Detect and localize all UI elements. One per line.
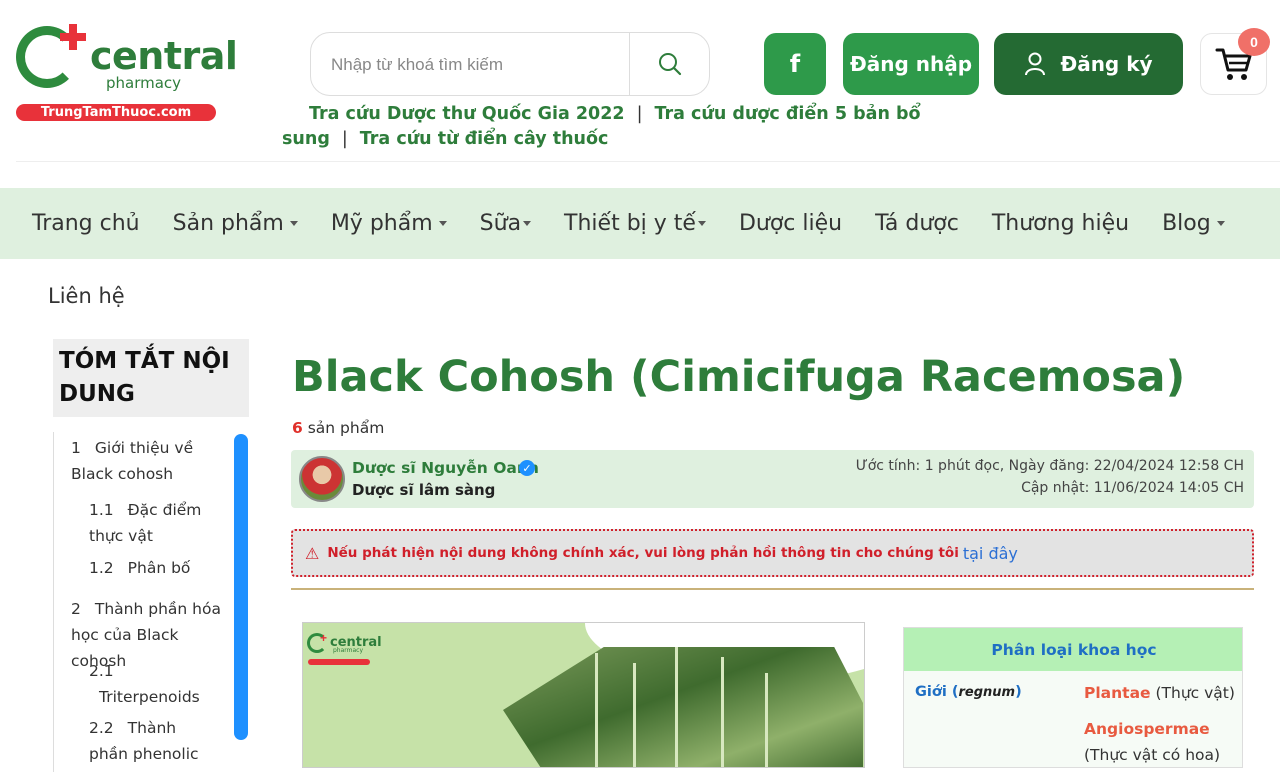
quicklink-duoc-thu[interactable]: Tra cứu Dược thư Quốc Gia 2022 [309,104,625,124]
report-error-link[interactable]: tại đây [963,544,1018,563]
avatar[interactable] [299,456,345,502]
facebook-button[interactable]: f [764,33,826,95]
logo-cross-icon: + [320,631,328,645]
taxonomy-header: Phân loại khoa học [904,628,1242,671]
updated-date: Cập nhật: 11/06/2024 14:05 CH [1021,480,1244,496]
search-input[interactable] [331,51,621,79]
facebook-icon: f [789,50,801,78]
plant-stem [633,663,636,767]
search-button[interactable] [630,33,710,95]
logo-brand: central [90,34,238,78]
taxonomy-value: Plantae (Thực vật) [1084,684,1235,702]
toc-item[interactable]: 2.2 Thành phần phenolic [89,715,219,767]
main-nav: Trang chủ Sản phẩm Mỹ phẩm Sữa Thiết bị … [0,188,1280,259]
nav-item-contact[interactable]: Liên hệ [48,284,125,308]
quicklink-separator: | [341,129,348,149]
product-count[interactable]: 6 sản phẩm [292,419,384,437]
featured-image[interactable]: + central pharmacy [302,622,865,768]
nav-item-home[interactable]: Trang chủ [32,211,140,236]
plant-stem [765,673,768,767]
logo-cross-icon [58,22,88,52]
author-name[interactable]: Dược sĩ Nguyễn Oanh [352,459,539,477]
taxonomy-value: Angiospermae (Thực vật có hoa) [1084,720,1221,764]
product-count-suffix: sản phẩm [307,419,385,437]
logo-sub: pharmacy [106,74,182,92]
nav-item-excipients[interactable]: Tá dược [875,211,959,236]
toc-list: 1 Giới thiệu về Black cohosh 1.1 Đặc điểm … [53,432,249,772]
register-label: Đăng ký [1060,52,1153,76]
quicklink-tu-dien[interactable]: Tra cứu từ điển cây thuốc [360,129,609,149]
toc-title: TÓM TẮT NỘI DUNG [53,339,249,417]
chevron-down-icon [1216,221,1225,226]
verified-icon: ✓ [519,460,535,476]
nav-item-brands[interactable]: Thương hiệu [992,211,1129,236]
search-box [310,32,710,96]
image-watermark-logo: + central pharmacy [307,631,382,669]
plant-stem [721,657,724,767]
report-error-notice: ⚠ Nếu phát hiện nội dung không chính xác… [291,529,1254,577]
toc-scrollbar[interactable] [234,434,248,740]
nav-item-products[interactable]: Sản phẩm [173,211,298,236]
toc-item[interactable]: 2.1 Triterpenoids [89,658,219,710]
taxonomy-rank: Giới (regnum) [915,684,1022,700]
register-button[interactable]: Đăng ký [994,33,1183,95]
cart-count-badge: 0 [1238,28,1270,56]
toc-item[interactable]: 1.2 Phân bố [89,555,229,581]
nav-item-cosmetics[interactable]: Mỹ phẩm [331,211,447,236]
toc-item[interactable]: 1.1 Đặc điểm thực vật [89,497,209,549]
quicklink-separator: | [636,104,643,124]
header-divider [16,161,1280,162]
chevron-down-icon [697,221,706,226]
image-logo-sub: pharmacy [333,647,364,654]
content-divider [291,588,1254,590]
logo-domain: TrungTamThuoc.com [16,104,216,121]
login-button[interactable]: Đăng nhập [843,33,979,95]
user-icon [1025,52,1046,76]
taxonomy-table: Phân loại khoa học Giới (regnum) Plantae… [903,627,1243,768]
author-role: Dược sĩ lâm sàng [352,481,496,499]
chevron-down-icon [438,221,447,226]
page-title: Black Cohosh (Cimicifuga Racemosa) [292,352,1186,402]
chevron-down-icon [289,221,298,226]
read-time-publish-date: Ước tính: 1 phút đọc, Ngày đăng: 22/04/2… [855,458,1244,474]
plant-stem [675,647,678,767]
search-icon [659,53,682,76]
report-error-text: Nếu phát hiện nội dung không chính xác, … [327,545,959,561]
chevron-down-icon [523,221,532,226]
warning-icon: ⚠ [305,543,320,563]
site-logo[interactable]: central pharmacy TrungTamThuoc.com [14,22,238,122]
nav-item-herbs[interactable]: Dược liệu [739,211,842,236]
nav-item-medical-devices[interactable]: Thiết bị y tế [564,211,706,236]
nav-item-milk[interactable]: Sữa [480,211,532,236]
toc-item[interactable]: 1 Giới thiệu về Black cohosh [71,435,231,487]
product-count-number: 6 [292,419,303,437]
quick-links: Tra cứu Dược thư Quốc Gia 2022 | Tra cứu d… [282,102,1002,152]
plant-stem [595,653,598,767]
nav-item-blog[interactable]: Blog [1162,211,1225,236]
image-logo-bar [308,659,370,665]
author-box: Dược sĩ Nguyễn Oanh ✓ Dược sĩ lâm sàng Ư… [291,450,1254,508]
